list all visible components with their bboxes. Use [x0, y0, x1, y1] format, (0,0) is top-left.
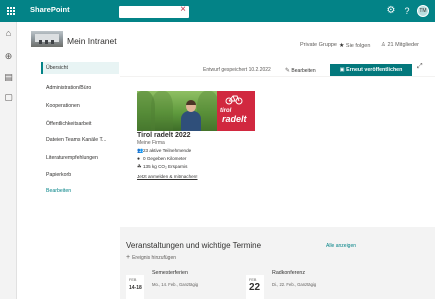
news-card[interactable]: tirol radelt Tirol radelt 2022 Meine Fir…	[137, 91, 255, 189]
nav-item-uebersicht[interactable]: Übersicht	[41, 62, 119, 74]
pencil-icon: ✎	[285, 68, 291, 74]
nav-item-papierkorb[interactable]: Papierkorb	[41, 169, 119, 181]
search-input[interactable]: ×	[119, 4, 189, 18]
news-subtitle: Meine Firma	[137, 140, 165, 146]
stat-line: ☘ 135 kg CO₂ Ersparnis	[137, 164, 188, 170]
draft-status: Entwurf gespeichert 10.2.2022	[203, 67, 271, 73]
publish-icon: ▣	[339, 67, 345, 73]
edit-button[interactable]: ✎ Bearbeiten	[285, 67, 316, 74]
nav-item-oeffentlichkeitsarbeit[interactable]: Öffentlichkeitsarbeit	[41, 118, 119, 130]
event-card[interactable]: FEB 14-18 Semesterferien Mo., 14. Feb., …	[126, 267, 238, 299]
edit-label: Bearbeiten	[291, 68, 316, 74]
site-title[interactable]: Mein Intranet	[67, 36, 117, 46]
expand-icon[interactable]: ⤢	[417, 63, 423, 71]
globe-icon[interactable]: ⊕	[3, 51, 14, 62]
site-logo[interactable]	[31, 31, 63, 47]
events-title: Veranstaltungen und wichtige Termine	[126, 241, 262, 250]
event-time: Mo., 14. Feb., Ganztägig	[152, 282, 199, 287]
follow-label: Sie folgen	[345, 43, 371, 49]
event-name[interactable]: Radkonferenz	[272, 270, 305, 276]
event-date: FEB 22	[246, 275, 264, 299]
stat-line: ● 0 Gegeben Kilometer	[137, 156, 187, 162]
news-title[interactable]: Tirol radelt 2022	[137, 132, 191, 139]
show-all-link[interactable]: Alle anzeigen	[326, 243, 356, 249]
close-icon[interactable]: ×	[180, 4, 186, 15]
members-button[interactable]: ♙ 21 Mitglieder	[381, 42, 419, 48]
event-time: Di., 22. Feb., Ganztägig	[272, 282, 317, 287]
bike-icon	[225, 95, 243, 105]
person-icon: ♙	[381, 42, 386, 48]
nav-edit-link[interactable]: Bearbeiten	[41, 185, 119, 197]
republish-button[interactable]: ▣ Erneut veröffentlichen	[330, 64, 412, 76]
news-card-image[interactable]: tirol radelt	[137, 91, 255, 131]
events-webpart: Veranstaltungen und wichtige Termine All…	[120, 227, 435, 299]
group-type: Private Gruppe	[300, 42, 337, 48]
event-name[interactable]: Semesterferien	[152, 270, 188, 276]
nav-item-kooperationen[interactable]: Kooperationen	[41, 100, 119, 112]
home-icon[interactable]: ⌂	[3, 28, 14, 39]
waffle-icon[interactable]	[0, 0, 22, 22]
app-name[interactable]: SharePoint	[30, 5, 70, 14]
signup-link[interactable]: Jetzt anmelden & mitmachen!	[137, 174, 198, 179]
follow-toggle[interactable]: ★ Sie folgen	[339, 42, 370, 49]
event-card[interactable]: FEB 22 Radkonferenz Di., 22. Feb., Ganzt…	[246, 267, 358, 299]
publish-label: Erneut veröffentlichen	[346, 67, 403, 73]
avatar[interactable]: TM	[417, 5, 429, 17]
app-bar: ⌂ ⊕ ▤ ▢	[0, 22, 17, 299]
event-date: FEB 14-18	[126, 275, 144, 299]
nav-item-literatur[interactable]: Literaturempfehlungen	[41, 152, 119, 164]
tirol-radelt-logo: tirol radelt	[217, 91, 255, 131]
page-icon[interactable]: ▢	[3, 92, 14, 103]
members-label: 21 Mitglieder	[387, 42, 419, 48]
stat-line: 👥23 aktive Teilnehmende	[137, 148, 192, 154]
person-photo	[181, 100, 201, 131]
add-event-button[interactable]: + Ereignis hinzufügen	[126, 254, 176, 261]
suite-bar: SharePoint × ⚙ ? TM	[0, 0, 435, 22]
gear-icon[interactable]: ⚙	[384, 4, 398, 18]
nav-item-dateien-teams[interactable]: Dateien Teams Kanäle T...	[41, 134, 119, 146]
nav-item-administration[interactable]: Administration/Büro	[41, 82, 119, 94]
help-icon[interactable]: ?	[401, 4, 413, 18]
plus-icon: +	[126, 254, 131, 261]
star-icon: ★	[339, 43, 345, 49]
news-icon[interactable]: ▤	[3, 72, 14, 83]
